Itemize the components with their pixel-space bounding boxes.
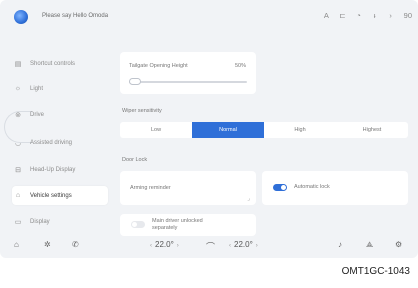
- passenger-temperature[interactable]: ‹ 22.0° ›: [226, 240, 261, 249]
- status-icon-a[interactable]: A: [323, 10, 329, 22]
- hud-icon: ⊟: [15, 166, 21, 174]
- sidebar-item-label: Display: [30, 218, 50, 225]
- tailgate-value: 50%: [234, 63, 246, 69]
- sidebar-item-shortcut-controls[interactable]: ▤ Shortcut controls: [12, 54, 108, 73]
- main-driver-unlock-toggle[interactable]: [131, 221, 145, 228]
- music-icon[interactable]: ♪: [338, 240, 342, 249]
- sidebar-item-label: Assisted driving: [30, 139, 73, 146]
- status-icon-c[interactable]: ◔: [356, 10, 362, 22]
- wiper-sensitivity-label: Wiper sensitivity: [122, 108, 162, 114]
- display-icon: ▭: [14, 218, 22, 226]
- phone-icon[interactable]: ✆: [72, 240, 79, 249]
- passenger-temp-value: 22.0°: [234, 240, 253, 249]
- status-icons: A ⊏ ◔ ᵻ › 90: [323, 10, 412, 22]
- tailgate-slider-knob[interactable]: [129, 78, 141, 85]
- arming-reminder-label: Arming reminder: [130, 185, 171, 191]
- status-icon-f: 90: [403, 11, 412, 20]
- steering-icon: ⊚: [15, 111, 21, 119]
- voice-assistant-avatar[interactable]: [14, 10, 28, 24]
- infotainment-screen: Please say Hello Omoda A ⊏ ◔ ᵻ › 90 ▤ Sh…: [0, 0, 418, 258]
- status-icon-d[interactable]: ᵻ: [372, 10, 378, 22]
- sidebar-item-hud[interactable]: ⊟ Head-Up Display: [12, 160, 108, 179]
- main-driver-unlock-card: Main driver unlocked separately: [120, 214, 256, 236]
- main-driver-unlock-label: Main driver unlocked separately: [152, 218, 203, 232]
- driver-temp-value: 22.0°: [155, 240, 174, 249]
- tailgate-slider-track[interactable]: [129, 81, 247, 83]
- sidebar-item-label: Light: [30, 85, 44, 92]
- settings-icon[interactable]: ⚙: [395, 240, 402, 249]
- sidebar-item-label: Head-Up Display: [30, 166, 76, 173]
- door-lock-section-label: Door Lock: [122, 157, 148, 163]
- automatic-lock-toggle[interactable]: [273, 184, 287, 191]
- grid-icon: ▤: [14, 60, 22, 68]
- sidebar-item-assisted-driving[interactable]: ◡ Assisted driving: [12, 133, 108, 152]
- sidebar-item-light[interactable]: ☼ Light: [12, 79, 108, 98]
- driver-temp-increase[interactable]: ›: [174, 243, 182, 249]
- tailgate-label: Tailgate Opening Height: [129, 63, 188, 69]
- wiper-option-normal[interactable]: Normal: [192, 122, 264, 138]
- top-bar: Please say Hello Omoda A ⊏ ◔ ᵻ › 90: [0, 0, 418, 34]
- sidebar-item-display[interactable]: ▭ Display: [12, 212, 108, 231]
- seat-heat-icon[interactable]: ⌒: [206, 240, 215, 253]
- main-driver-label-line1: Main driver unlocked: [152, 218, 203, 224]
- driver-temperature[interactable]: ‹ 22.0° ›: [147, 240, 182, 249]
- sidebar-item-vehicle-settings[interactable]: ⌂ Vehicle settings: [12, 186, 108, 205]
- sidebar-item-label: Drive: [30, 111, 45, 118]
- sidebar-item-drive[interactable]: ⊚ Drive: [12, 105, 108, 124]
- wiper-option-low[interactable]: Low: [120, 122, 192, 138]
- bottom-bar: ⌂ ✲ ✆ ‹ 22.0° › ⌒ ‹ 22.0° › ♪ ⟁ ⚙: [0, 234, 418, 258]
- status-icon-e: ›: [389, 11, 392, 20]
- tailgate-card: Tailgate Opening Height 50%: [120, 52, 256, 94]
- passenger-temp-decrease[interactable]: ‹: [226, 243, 234, 249]
- sidebar-item-label: Vehicle settings: [30, 192, 72, 199]
- wiper-option-high[interactable]: High: [264, 122, 336, 138]
- driver-temp-decrease[interactable]: ‹: [147, 243, 155, 249]
- home-icon[interactable]: ⌂: [14, 240, 19, 249]
- status-icon-b[interactable]: ⊏: [339, 10, 345, 22]
- assist-icon: ◡: [14, 139, 22, 147]
- main-driver-label-line2: separately: [152, 225, 178, 231]
- passenger-temp-increase[interactable]: ›: [253, 243, 261, 249]
- navigation-icon[interactable]: ⟁: [366, 240, 373, 250]
- automatic-lock-card: Automatic lock: [262, 171, 408, 205]
- voice-greeting: Please say Hello Omoda: [42, 13, 109, 19]
- car-icon: ⌂: [15, 192, 21, 199]
- wiper-sensitivity-selector: Low Normal High Highest: [120, 122, 408, 138]
- automatic-lock-label: Automatic lock: [294, 184, 330, 190]
- sidebar-item-label: Shortcut controls: [30, 60, 76, 67]
- expand-corner-icon: ⌟: [247, 196, 250, 202]
- arming-reminder-card[interactable]: Arming reminder ⌟: [120, 171, 256, 205]
- figure-code: OMT1GC-1043: [341, 266, 410, 277]
- wiper-option-highest[interactable]: Highest: [336, 122, 408, 138]
- light-icon: ☼: [14, 85, 22, 92]
- fan-icon[interactable]: ✲: [44, 240, 51, 249]
